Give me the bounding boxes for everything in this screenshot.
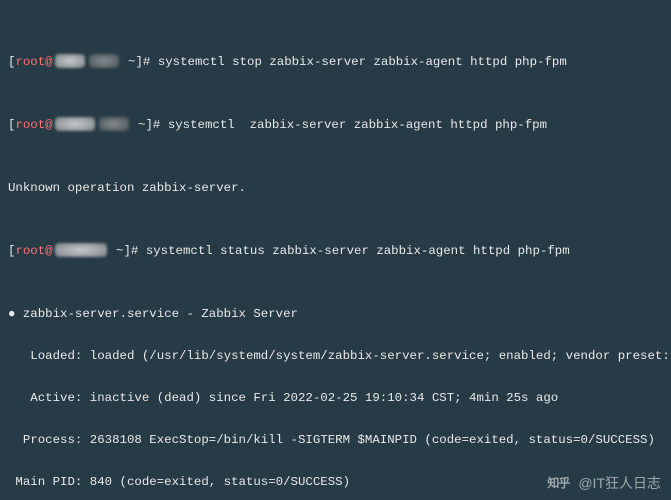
error-line: Unknown operation zabbix-server. bbox=[8, 178, 665, 199]
service-mainpid-1: Main PID: 840 (code=exited, status=0/SUC… bbox=[8, 472, 665, 493]
command-text: systemctl stop zabbix-server zabbix-agen… bbox=[158, 55, 567, 69]
hostname-blur-icon bbox=[89, 54, 119, 68]
service-process-1: Process: 2638108 ExecStop=/bin/kill -SIG… bbox=[8, 430, 665, 451]
prompt-line-2: [root@ ~]# systemctl zabbix-server zabbi… bbox=[8, 115, 665, 136]
error-text: Unknown operation zabbix-server. bbox=[8, 181, 246, 195]
service-loaded-1: Loaded: loaded (/usr/lib/systemd/system/… bbox=[8, 346, 665, 367]
prompt-line-1: [root@ ~]# systemctl stop zabbix-server … bbox=[8, 52, 665, 73]
prompt-user: root@ bbox=[15, 244, 52, 258]
service-header-1: ● zabbix-server.service - Zabbix Server bbox=[8, 304, 665, 325]
prompt-user: root@ bbox=[15, 118, 52, 132]
prompt-suffix: ~]# bbox=[109, 244, 146, 258]
prompt-suffix: ~]# bbox=[121, 55, 158, 69]
hostname-blur-icon bbox=[99, 117, 129, 131]
command-text: systemctl zabbix-server zabbix-agent htt… bbox=[168, 118, 547, 132]
service-title: zabbix-server.service - Zabbix Server bbox=[15, 307, 298, 321]
command-text: systemctl status zabbix-server zabbix-ag… bbox=[146, 244, 570, 258]
hostname-blur-icon bbox=[55, 117, 95, 131]
hostname-blur-icon bbox=[55, 243, 107, 257]
prompt-suffix: ~]# bbox=[131, 118, 168, 132]
terminal-window[interactable]: [root@ ~]# systemctl stop zabbix-server … bbox=[0, 0, 671, 500]
prompt-line-3: [root@ ~]# systemctl status zabbix-serve… bbox=[8, 241, 665, 262]
hostname-blur-icon bbox=[55, 54, 85, 68]
prompt-user: root@ bbox=[15, 55, 52, 69]
service-active-1: Active: inactive (dead) since Fri 2022-0… bbox=[8, 388, 665, 409]
